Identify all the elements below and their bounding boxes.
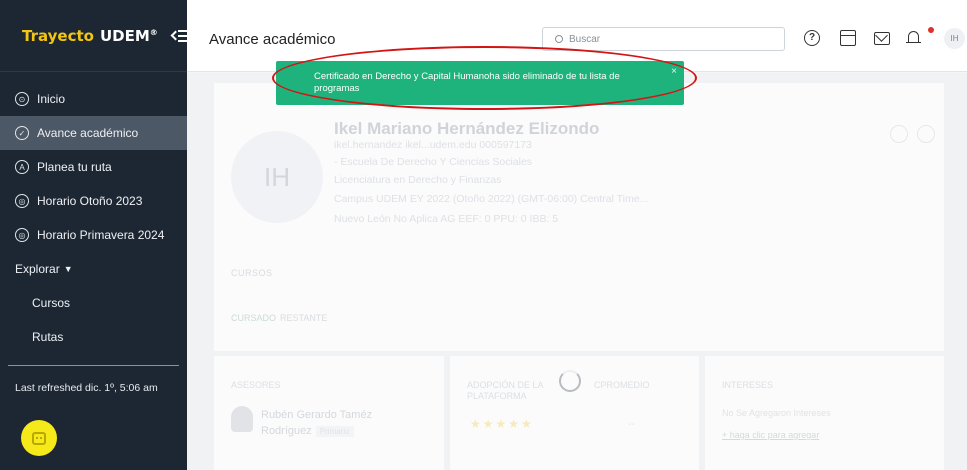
student-degree: Licenciatura en Derecho y Finanzas xyxy=(334,174,502,186)
close-icon[interactable]: × xyxy=(671,66,677,78)
route-icon: A xyxy=(15,160,29,174)
brand-bar: Trayecto UDEM® xyxy=(0,0,194,72)
home-icon: ⊙ xyxy=(15,92,29,106)
brand-logo-trayecto[interactable]: Trayecto xyxy=(22,27,94,45)
sidebar-item-horario-otono[interactable]: ◎ Horario Otoño 2023 xyxy=(0,184,187,218)
student-name: Ikel Mariano Hernández Elizondo xyxy=(334,119,600,138)
sidebar-divider xyxy=(8,365,179,366)
cpromedio-value: -- xyxy=(628,419,635,430)
intereses-card: INTERESES No Se Agregaron Intereses + ha… xyxy=(705,356,944,470)
page-title: Avance académico xyxy=(209,31,336,48)
tab-restante[interactable]: RESTANTE xyxy=(280,313,327,323)
robot-icon xyxy=(32,431,46,445)
student-school: - Escuela De Derecho Y Ciencias Sociales xyxy=(334,156,533,168)
advisor-role-badge: Primario xyxy=(315,426,354,437)
chatbot-button[interactable] xyxy=(21,420,57,456)
rating-stars: ★★★★★ xyxy=(470,417,534,431)
adopcion-label: ADOPCIÓN DE LA PLATAFORMA xyxy=(467,380,544,401)
cpromedio-label: CPROMEDIO xyxy=(594,380,650,390)
sidebar-item-label: Inicio xyxy=(37,92,66,106)
sidebar-item-avance-academico[interactable]: ✓ Avance académico xyxy=(0,116,187,150)
success-toast: Certificado en Derecho y Capital Humanoh… xyxy=(276,61,684,105)
sidebar-item-label: Avance académico xyxy=(37,126,139,140)
print-icon[interactable] xyxy=(890,125,908,143)
calendar-icon[interactable] xyxy=(840,30,856,46)
advisor-name: Rubén Gerardo Taméz Rodríguez Primario xyxy=(261,409,373,437)
sidebar: Trayecto UDEM® ⊙ Inicio ✓ Avance académi… xyxy=(0,0,194,470)
sidebar-item-horario-primavera[interactable]: ◎ Horario Primavera 2024 xyxy=(0,218,187,252)
bell-icon[interactable] xyxy=(906,30,922,46)
asesores-label: ASESORES xyxy=(231,380,281,390)
sidebar-item-label: Planea tu ruta xyxy=(37,160,112,174)
user-avatar[interactable]: IH xyxy=(944,28,965,49)
sidebar-item-inicio[interactable]: ⊙ Inicio xyxy=(0,82,187,116)
student-campus: Campus UDEM EY 2022 (Otoño 2022) (GMT-06… xyxy=(334,193,649,205)
advisor-avatar xyxy=(231,406,253,432)
toast-message: Certificado en Derecho y Capital Humanoh… xyxy=(314,71,620,94)
search-placeholder: Buscar xyxy=(569,34,601,45)
info-icon[interactable] xyxy=(917,125,935,143)
sidebar-item-rutas[interactable]: Rutas xyxy=(0,320,187,354)
caret-down-icon: ▼ xyxy=(63,264,73,274)
sidebar-nav: ⊙ Inicio ✓ Avance académico A Planea tu … xyxy=(0,82,187,354)
mail-icon[interactable] xyxy=(874,32,890,45)
collapse-menu-icon[interactable] xyxy=(170,29,194,43)
no-intereses-text: No Se Agregaron Intereses xyxy=(722,408,831,418)
notification-dot xyxy=(928,27,934,33)
search-icon xyxy=(555,35,563,43)
loading-spinner xyxy=(559,370,581,392)
schedule-icon: ◎ xyxy=(15,228,29,242)
student-tags: Nuevo León No Aplica AG EEF: 0 PPU: 0 IB… xyxy=(334,213,559,225)
explorar-label: Explorar xyxy=(15,262,60,276)
sidebar-item-planea-tu-ruta[interactable]: A Planea tu ruta xyxy=(0,150,187,184)
help-icon[interactable]: ? xyxy=(804,30,820,46)
profile-card: IH Ikel Mariano Hernández Elizondo ikel.… xyxy=(214,83,944,351)
sidebar-item-cursos[interactable]: Cursos xyxy=(0,286,187,320)
intereses-label: INTERESES xyxy=(722,380,774,390)
search-input[interactable]: Buscar xyxy=(542,27,785,51)
main-content: IH Ikel Mariano Hernández Elizondo ikel.… xyxy=(187,73,967,470)
schedule-icon: ◎ xyxy=(15,194,29,208)
check-circle-icon: ✓ xyxy=(15,126,29,140)
profile-avatar: IH xyxy=(231,131,323,223)
brand-logo-udem[interactable]: UDEM® xyxy=(100,27,158,45)
sidebar-explorar-toggle[interactable]: Explorar ▼ xyxy=(0,252,187,286)
sidebar-item-label: Horario Primavera 2024 xyxy=(37,228,165,242)
adopcion-card: ADOPCIÓN DE LA PLATAFORMA CPROMEDIO ★★★★… xyxy=(450,356,699,470)
tab-cursado[interactable]: CURSADO xyxy=(231,313,276,323)
cursos-section-label: CURSOS xyxy=(231,268,273,278)
add-intereses-link[interactable]: + haga clic para agregar xyxy=(722,430,819,440)
asesores-card: ASESORES Rubén Gerardo Taméz Rodríguez Pr… xyxy=(214,356,444,470)
last-refreshed-text: Last refreshed dic. 1º, 5:06 am xyxy=(15,382,158,394)
sidebar-item-label: Horario Otoño 2023 xyxy=(37,194,143,208)
student-email-id: ikel.hernandez ikel...udem.edu 000597173 xyxy=(334,139,532,151)
